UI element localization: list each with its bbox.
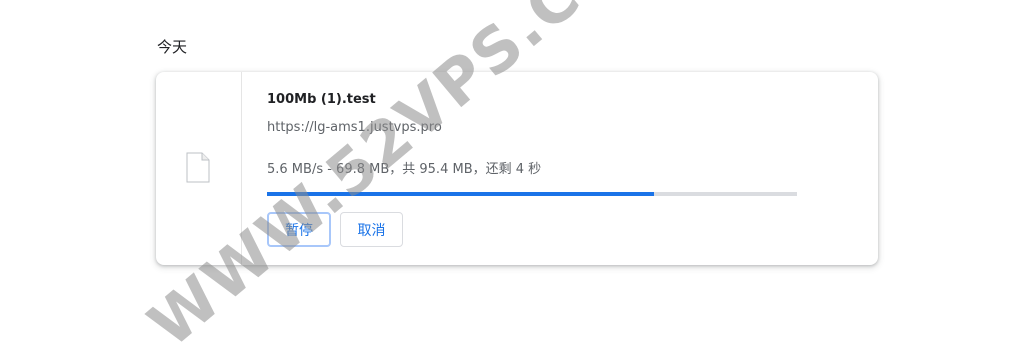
file-icon-column: [156, 72, 242, 265]
pause-button[interactable]: 暂停: [267, 212, 331, 247]
cancel-button[interactable]: 取消: [340, 212, 403, 247]
download-details: 100Mb (1).test https://lg-ams1.justvps.p…: [267, 72, 878, 265]
download-filename[interactable]: 100Mb (1).test: [267, 92, 376, 107]
date-header: 今天: [157, 38, 188, 56]
download-progress-bar: [267, 192, 797, 196]
file-icon[interactable]: [186, 152, 210, 183]
download-source-url[interactable]: https://lg-ams1.justvps.pro: [267, 120, 442, 135]
download-item-card: 100Mb (1).test https://lg-ams1.justvps.p…: [156, 72, 878, 265]
download-progress-fill: [267, 192, 654, 196]
download-status: 5.6 MB/s - 69.8 MB，共 95.4 MB，还剩 4 秒: [267, 162, 542, 177]
